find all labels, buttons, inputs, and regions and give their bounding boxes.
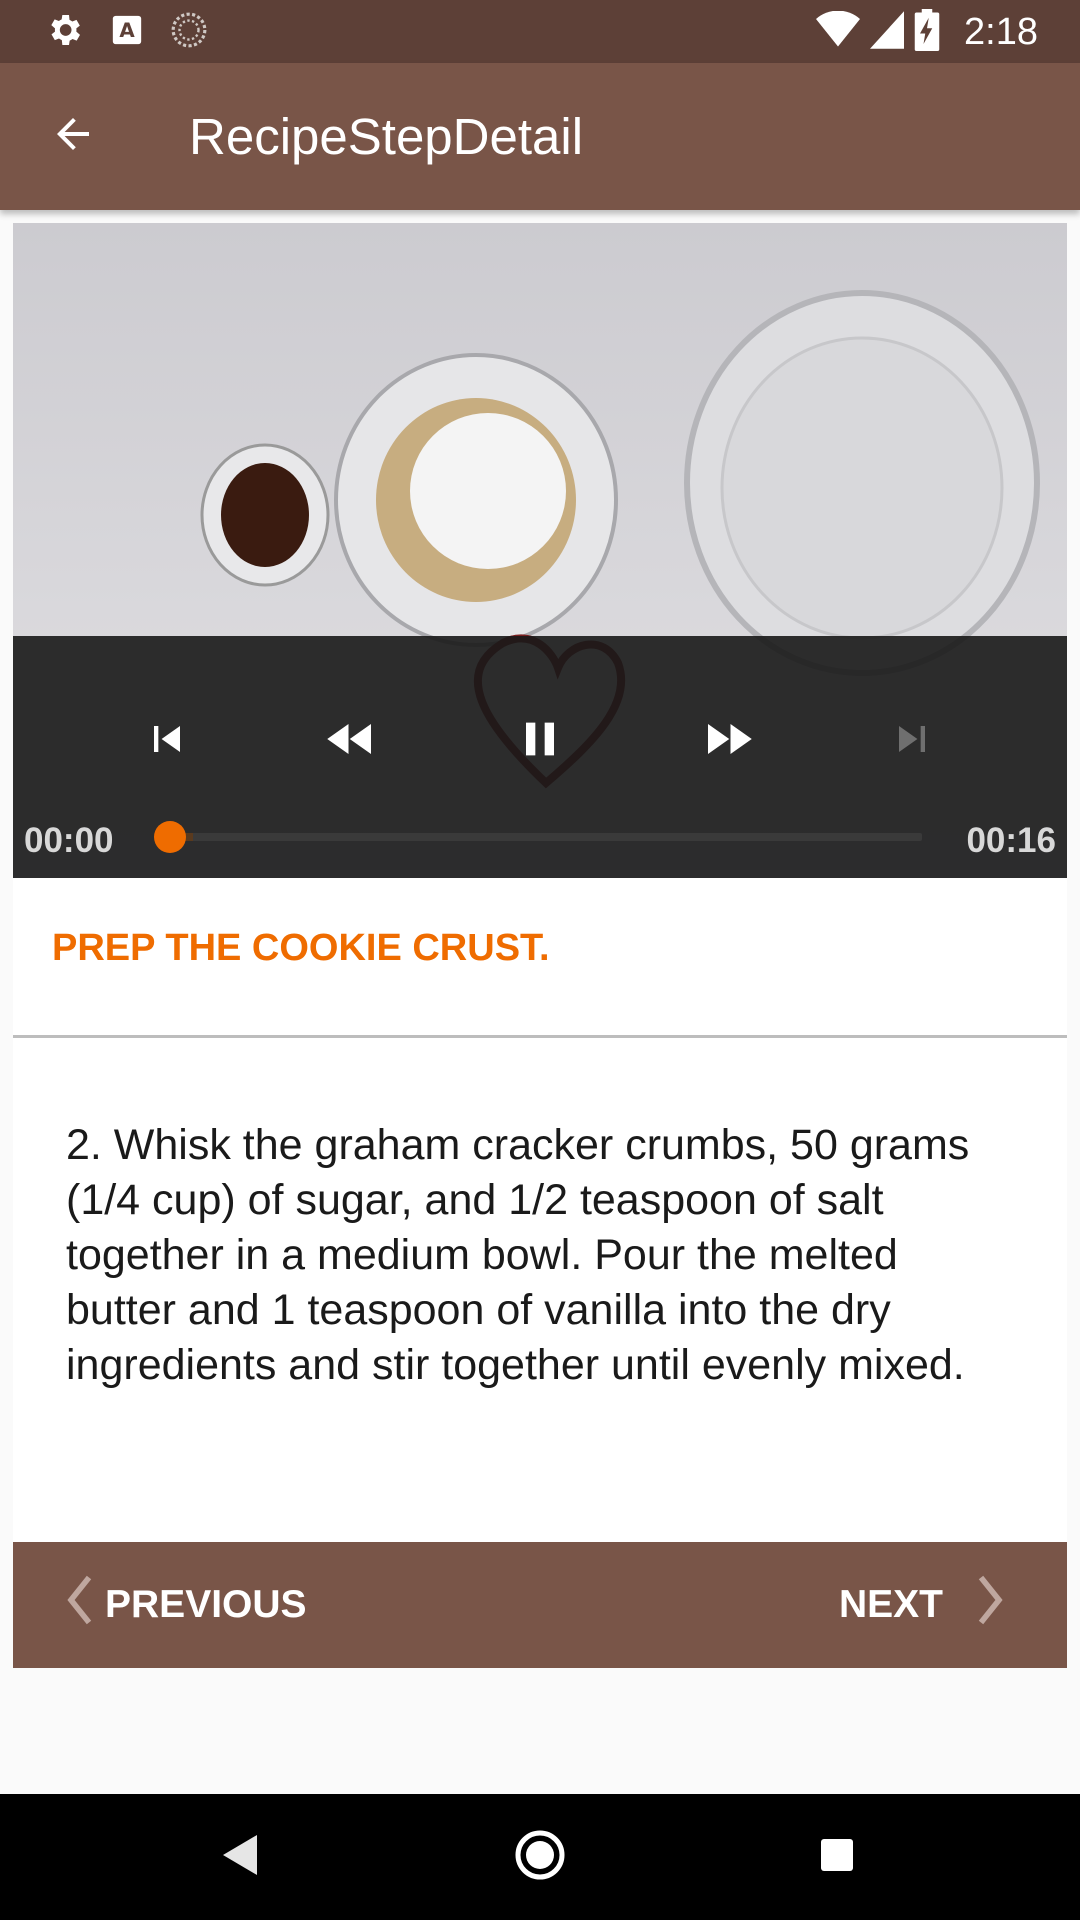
system-navigation-bar (0, 1794, 1080, 1920)
skip-previous-icon (141, 713, 193, 770)
step-navigation: PREVIOUS NEXT (13, 1542, 1067, 1668)
arrow-back-icon (49, 110, 97, 163)
video-player[interactable]: 00:00 00:16 (13, 223, 1067, 878)
system-recents-button[interactable] (802, 1822, 872, 1892)
chevron-left-icon (63, 1573, 97, 1637)
back-triangle-icon (221, 1833, 261, 1882)
sync-icon (170, 11, 208, 54)
pause-button[interactable] (495, 696, 585, 786)
wifi-icon (816, 10, 861, 54)
fast-forward-icon (693, 709, 763, 774)
system-back-button[interactable] (206, 1822, 276, 1892)
previous-button[interactable]: PREVIOUS (63, 1542, 307, 1668)
next-label: NEXT (838, 1583, 943, 1626)
fast-forward-button[interactable] (683, 696, 773, 786)
divider (13, 1035, 1067, 1038)
current-time: 00:00 (24, 821, 114, 860)
rewind-icon (316, 709, 386, 774)
app-bar: RecipeStepDetail (0, 63, 1080, 210)
rewind-button[interactable] (306, 696, 396, 786)
previous-label: PREVIOUS (105, 1583, 307, 1626)
step-description: 2. Whisk the graham cracker crumbs, 50 g… (66, 1121, 970, 1389)
seek-bar[interactable] (154, 821, 922, 853)
system-home-button[interactable] (505, 1822, 575, 1892)
step-short-description: PREP THE COOKIE CRUST. (52, 927, 550, 969)
duration: 00:16 (966, 821, 1056, 860)
player-controls: 00:00 00:16 (13, 636, 1067, 878)
battery-charging-icon (914, 8, 940, 56)
svg-text:A: A (119, 19, 135, 42)
settings-icon (44, 10, 84, 55)
keyboard-a-icon: A (110, 13, 144, 52)
page-title: RecipeStepDetail (189, 108, 584, 165)
recents-square-icon (819, 1837, 855, 1878)
status-time: 2:18 (964, 10, 1038, 53)
pause-icon (512, 709, 568, 774)
next-button[interactable]: NEXT (839, 1542, 1007, 1668)
signal-icon (870, 10, 905, 54)
home-circle-icon (514, 1829, 566, 1886)
status-bar: A 2:18 (0, 0, 1080, 63)
skip-previous-button[interactable] (122, 696, 212, 786)
seek-thumb[interactable] (154, 821, 186, 853)
back-button[interactable] (38, 101, 108, 171)
skip-next-icon (886, 713, 938, 770)
chevron-right-icon (973, 1573, 1007, 1637)
skip-next-button[interactable] (867, 696, 957, 786)
